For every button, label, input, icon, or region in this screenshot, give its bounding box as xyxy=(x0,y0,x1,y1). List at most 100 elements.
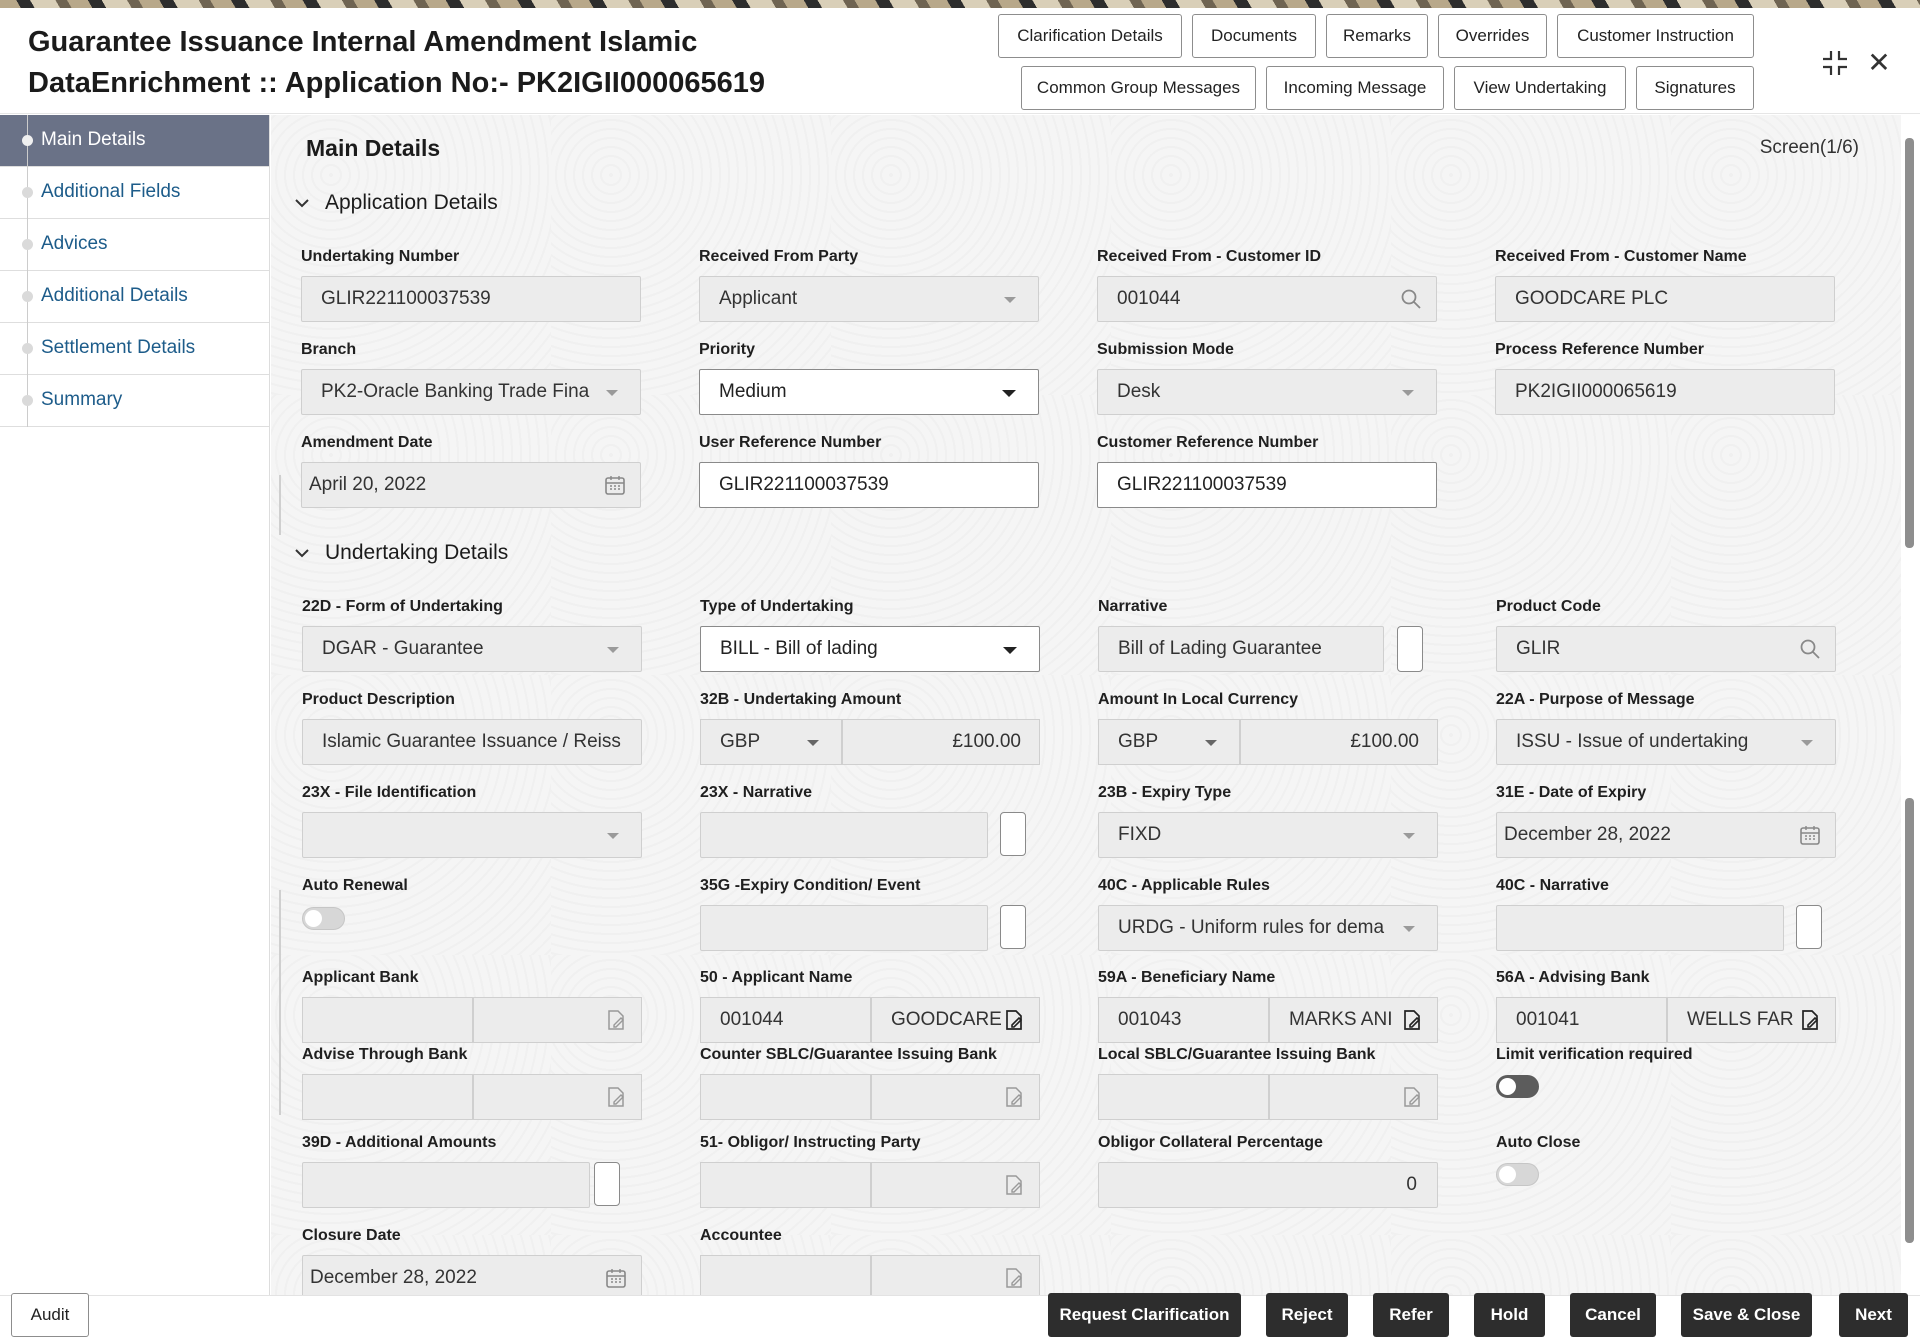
clarification-details-button[interactable]: Clarification Details xyxy=(998,14,1182,58)
undertaking-currency-select[interactable]: GBP xyxy=(700,719,842,765)
signatures-button[interactable]: Signatures xyxy=(1636,66,1754,110)
calendar-icon[interactable] xyxy=(1799,824,1821,846)
narrative-23x-input[interactable] xyxy=(700,812,988,858)
obligor-collateral-input[interactable]: 0 xyxy=(1098,1162,1438,1208)
sidebar-item-main-details[interactable]: Main Details xyxy=(0,115,269,167)
incoming-message-button[interactable]: Incoming Message xyxy=(1266,66,1444,110)
expiry-condition-expand-button[interactable] xyxy=(1000,905,1026,949)
narrative-23x-expand-button[interactable] xyxy=(1000,812,1026,856)
applicable-rules-select[interactable]: URDG - Uniform rules for dema xyxy=(1098,905,1438,951)
customer-id-input[interactable]: 001044 xyxy=(1097,276,1437,322)
branch-select[interactable]: PK2-Oracle Banking Trade Fina xyxy=(301,369,641,415)
advise-through-bank-id-input[interactable] xyxy=(302,1074,473,1120)
beneficiary-id-input[interactable]: 001043 xyxy=(1098,997,1269,1043)
local-sblc-name-input[interactable] xyxy=(1269,1074,1438,1120)
advising-bank-id-input[interactable]: 001041 xyxy=(1496,997,1667,1043)
local-sblc-id-input[interactable] xyxy=(1098,1074,1269,1120)
expiry-type-select[interactable]: FIXD xyxy=(1098,812,1438,858)
purpose-of-message-select[interactable]: ISSU - Issue of undertaking xyxy=(1496,719,1836,765)
priority-select[interactable]: Medium xyxy=(699,369,1039,415)
customer-name-input[interactable]: GOODCARE PLC xyxy=(1495,276,1835,322)
applicant-id-input[interactable]: 001044 xyxy=(700,997,871,1043)
undertaking-amount-input[interactable]: £100.00 xyxy=(842,719,1040,765)
undertaking-number-input[interactable]: GLIR221100037539 xyxy=(301,276,641,322)
narrative-40c-expand-button[interactable] xyxy=(1796,905,1822,949)
save-and-close-button[interactable]: Save & Close xyxy=(1681,1293,1812,1337)
next-button[interactable]: Next xyxy=(1839,1293,1908,1337)
application-window: Guarantee Issuance Internal Amendment Is… xyxy=(0,8,1920,1338)
applicant-name-input[interactable]: GOODCARE xyxy=(871,997,1040,1043)
received-from-party-select[interactable]: Applicant xyxy=(699,276,1039,322)
search-icon[interactable] xyxy=(1400,288,1422,310)
additional-amounts-expand-button[interactable] xyxy=(594,1162,620,1206)
narrative-expand-button[interactable] xyxy=(1397,626,1423,672)
scrollbar-thumb-secondary[interactable] xyxy=(1905,798,1914,1243)
search-icon[interactable] xyxy=(1799,638,1821,660)
type-of-undertaking-select[interactable]: BILL - Bill of lading xyxy=(700,626,1040,672)
user-reference-input[interactable]: GLIR221100037539 xyxy=(699,462,1039,508)
advise-through-bank-name-input[interactable] xyxy=(473,1074,642,1120)
file-identification-select[interactable] xyxy=(302,812,642,858)
auto-renewal-toggle[interactable] xyxy=(302,907,345,930)
section-application-details[interactable]: Application Details xyxy=(293,191,498,215)
overrides-button[interactable]: Overrides xyxy=(1438,14,1547,58)
auto-close-toggle[interactable] xyxy=(1496,1163,1539,1186)
form-of-undertaking-select[interactable]: DGAR - Guarantee xyxy=(302,626,642,672)
counter-sblc-id-input[interactable] xyxy=(700,1074,871,1120)
section-undertaking-details[interactable]: Undertaking Details xyxy=(293,541,508,565)
process-reference-input[interactable]: PK2IGII000065619 xyxy=(1495,369,1835,415)
common-group-messages-button[interactable]: Common Group Messages xyxy=(1021,66,1256,110)
edit-document-icon[interactable] xyxy=(1003,1086,1025,1108)
calendar-icon[interactable] xyxy=(604,474,626,496)
expiry-condition-input[interactable] xyxy=(700,905,988,951)
edit-document-icon[interactable] xyxy=(1003,1174,1025,1196)
customer-instruction-button[interactable]: Customer Instruction xyxy=(1557,14,1754,58)
remarks-button[interactable]: Remarks xyxy=(1326,14,1428,58)
sidebar-item-additional-fields[interactable]: Additional Fields xyxy=(0,167,269,219)
request-clarification-button[interactable]: Request Clarification xyxy=(1048,1293,1241,1337)
calendar-icon[interactable] xyxy=(605,1267,627,1289)
applicant-bank-id-input[interactable] xyxy=(302,997,473,1043)
user-reference-field: User Reference Number GLIR221100037539 xyxy=(699,432,1039,508)
form-of-undertaking-field: 22D - Form of Undertaking DGAR - Guarant… xyxy=(302,596,642,672)
collapse-icon[interactable] xyxy=(1820,48,1850,78)
product-description-input[interactable]: Islamic Guarantee Issuance / Reiss xyxy=(302,719,642,765)
documents-button[interactable]: Documents xyxy=(1192,14,1316,58)
product-code-input[interactable]: GLIR xyxy=(1496,626,1836,672)
edit-document-icon[interactable] xyxy=(1401,1009,1423,1031)
limit-verification-toggle[interactable] xyxy=(1496,1075,1539,1098)
close-icon[interactable]: ✕ xyxy=(1864,48,1894,78)
scrollbar-thumb[interactable] xyxy=(1905,138,1914,548)
narrative-input[interactable]: Bill of Lading Guarantee xyxy=(1098,626,1384,672)
sidebar-item-settlement-details[interactable]: Settlement Details xyxy=(0,323,269,375)
submission-mode-select[interactable]: Desk xyxy=(1097,369,1437,415)
additional-amounts-input[interactable] xyxy=(302,1162,590,1208)
edit-document-icon[interactable] xyxy=(605,1009,627,1031)
audit-button[interactable]: Audit xyxy=(11,1293,89,1337)
local-amount-input[interactable]: £100.00 xyxy=(1240,719,1438,765)
narrative-40c-input[interactable] xyxy=(1496,905,1784,951)
counter-sblc-name-input[interactable] xyxy=(871,1074,1040,1120)
beneficiary-name-input[interactable]: MARKS ANI xyxy=(1269,997,1438,1043)
edit-document-icon[interactable] xyxy=(1799,1009,1821,1031)
sidebar-item-advices[interactable]: Advices xyxy=(0,219,269,271)
edit-document-icon[interactable] xyxy=(1401,1086,1423,1108)
obligor-id-input[interactable] xyxy=(700,1162,871,1208)
advising-bank-name-input[interactable]: WELLS FAR xyxy=(1667,997,1836,1043)
customer-reference-input[interactable]: GLIR221100037539 xyxy=(1097,462,1437,508)
amendment-date-input[interactable]: April 20, 2022 xyxy=(301,462,641,508)
edit-document-icon[interactable] xyxy=(605,1086,627,1108)
local-currency-select[interactable]: GBP xyxy=(1098,719,1240,765)
date-of-expiry-input[interactable]: December 28, 2022 xyxy=(1496,812,1836,858)
edit-document-icon[interactable] xyxy=(1003,1009,1025,1031)
hold-button[interactable]: Hold xyxy=(1474,1293,1545,1337)
cancel-button[interactable]: Cancel xyxy=(1570,1293,1656,1337)
sidebar-item-additional-details[interactable]: Additional Details xyxy=(0,271,269,323)
obligor-name-input[interactable] xyxy=(871,1162,1040,1208)
refer-button[interactable]: Refer xyxy=(1373,1293,1449,1337)
applicant-bank-name-input[interactable] xyxy=(473,997,642,1043)
sidebar-item-summary[interactable]: Summary xyxy=(0,375,269,427)
view-undertaking-button[interactable]: View Undertaking xyxy=(1454,66,1626,110)
reject-button[interactable]: Reject xyxy=(1266,1293,1348,1337)
edit-document-icon[interactable] xyxy=(1003,1267,1025,1289)
